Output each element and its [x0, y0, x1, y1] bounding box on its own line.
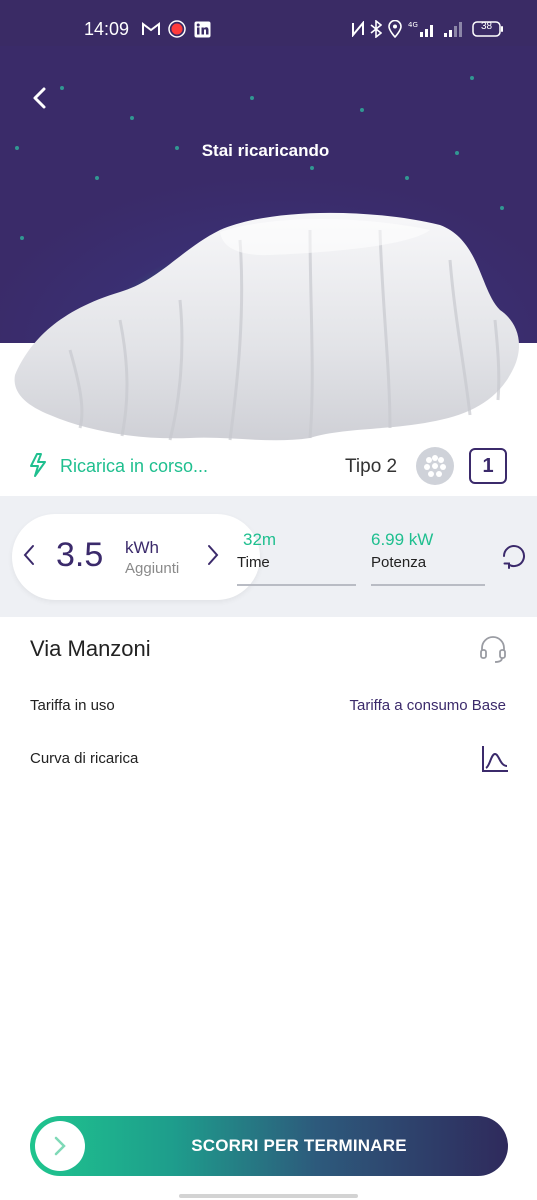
recording-icon — [168, 20, 186, 38]
status-time: 14:09 — [84, 19, 130, 39]
decor-star — [95, 176, 99, 180]
time-label: Time — [237, 554, 270, 571]
headset-icon — [480, 636, 506, 663]
back-button[interactable] — [22, 80, 58, 116]
power-value: 6.99 kW — [371, 530, 434, 549]
slider-label: SCORRI PER TERMINARE — [191, 1136, 407, 1155]
decor-star — [360, 108, 364, 112]
energy-stat-card: 3.5 kWh Aggiunti — [12, 514, 260, 600]
energy-sublabel: Aggiunti — [125, 560, 180, 577]
decor-star — [310, 166, 314, 170]
home-indicator[interactable] — [179, 1194, 358, 1198]
bolt-icon — [30, 453, 46, 477]
refresh-button[interactable] — [498, 540, 530, 572]
next-stat-button[interactable] — [206, 543, 220, 572]
status-bar: 14:09 4G 38 — [0, 0, 537, 46]
location-icon — [388, 20, 402, 38]
chevron-left-icon — [23, 545, 34, 565]
connector-type2-icon — [416, 447, 454, 485]
charging-curve-button[interactable] — [480, 744, 510, 779]
battery-level: 38 — [480, 21, 493, 32]
linkedin-icon — [194, 20, 211, 38]
chevron-right-icon — [54, 1136, 66, 1156]
connector-type-label: Tipo 2 — [345, 456, 398, 477]
signal-4g-icon: 4G — [408, 20, 436, 38]
charging-status-row: Ricarica in corso... Tipo 2 1 — [0, 440, 537, 492]
bluetooth-icon — [370, 20, 382, 38]
time-stat: 32m Time — [237, 528, 356, 586]
slide-to-stop[interactable]: SCORRI PER TERMINARE — [30, 1116, 508, 1176]
chevron-right-icon — [208, 545, 219, 565]
back-icon — [33, 87, 46, 109]
energy-unit: kWh — [125, 538, 159, 557]
chart-curve-icon — [482, 746, 508, 772]
page-title: Stai ricaricando — [201, 141, 330, 160]
battery-icon: 38 — [472, 20, 504, 38]
decor-star — [405, 176, 409, 180]
charging-status-label: Ricarica in corso... — [60, 456, 209, 476]
tariff-label: Tariffa in uso — [30, 697, 115, 714]
prev-stat-button[interactable] — [22, 543, 36, 572]
nfc-icon — [350, 20, 366, 38]
slider-handle[interactable] — [35, 1121, 85, 1171]
power-stat: 6.99 kW Potenza — [371, 528, 485, 586]
decor-star — [60, 86, 64, 90]
power-label: Potenza — [371, 554, 427, 571]
energy-value: 3.5 — [56, 536, 104, 574]
signal-icon — [442, 20, 464, 38]
charging-stats-panel: 3.5 kWh Aggiunti 32m Time 6.99 kW Potenz… — [0, 496, 537, 617]
support-button[interactable] — [478, 634, 508, 669]
station-name: Via Manzoni — [30, 636, 151, 661]
time-value: 32m — [243, 530, 277, 549]
charging-curve-label[interactable]: Curva di ricarica — [30, 750, 138, 767]
decor-star — [130, 116, 134, 120]
tariff-value[interactable]: Tariffa a consumo Base — [350, 697, 506, 714]
car-cover-image — [14, 212, 520, 441]
refresh-icon — [503, 545, 525, 569]
port-number-badge: 1 — [469, 448, 507, 484]
decor-star — [250, 96, 254, 100]
gmail-icon — [142, 20, 160, 38]
decor-star — [470, 76, 474, 80]
svg-text:4G: 4G — [408, 21, 418, 29]
